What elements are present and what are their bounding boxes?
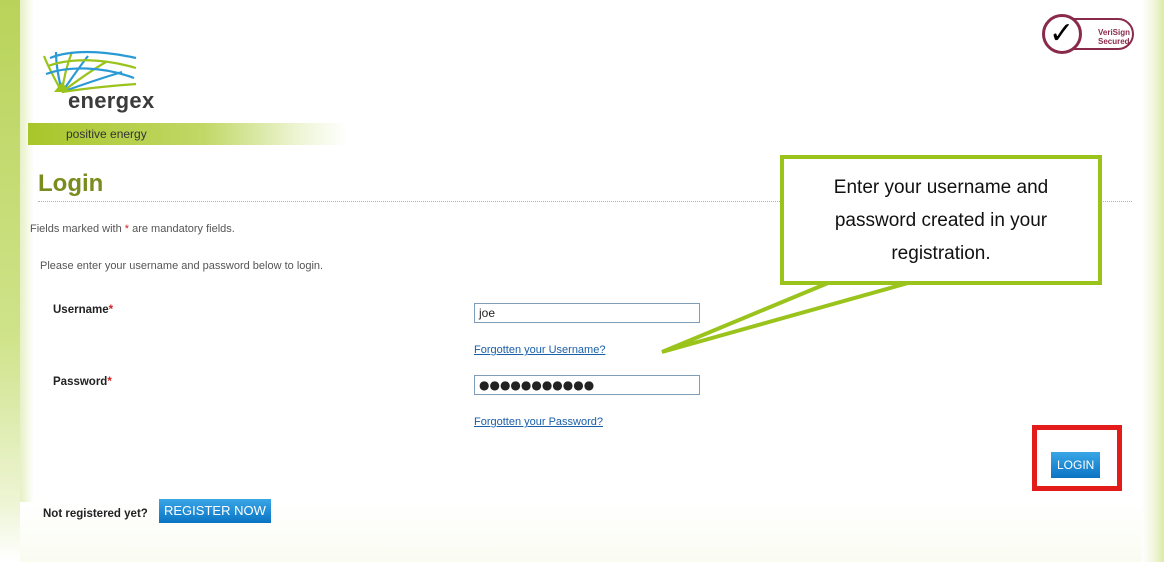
right-edge-gradient bbox=[1142, 0, 1164, 562]
login-page: energex positive energy VeriSign Secured… bbox=[28, 0, 1136, 562]
left-edge-gradient bbox=[0, 0, 34, 562]
instruction-callout: Enter your username and password created… bbox=[780, 155, 1102, 285]
callout-text: Enter your username and password created… bbox=[833, 176, 1049, 264]
